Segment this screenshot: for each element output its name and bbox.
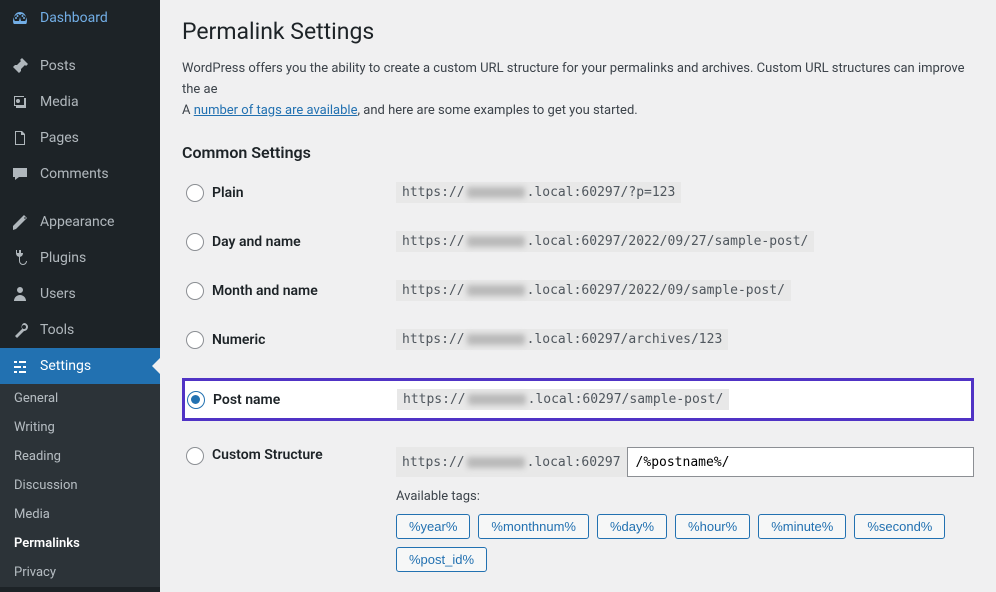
tag-post-id[interactable]: %post_id% (396, 547, 487, 572)
tag-minute[interactable]: %minute% (758, 514, 846, 539)
menu-users[interactable]: Users (0, 276, 160, 312)
option-custom: Custom Structure https://.local:60297 Av… (182, 447, 974, 572)
example-url: https://.local:60297/2022/09/sample-post… (396, 280, 791, 301)
radio-plain[interactable] (186, 184, 204, 202)
submenu-discussion[interactable]: Discussion (0, 471, 160, 500)
option-label[interactable]: Numeric (212, 332, 396, 348)
custom-structure-input[interactable] (627, 447, 974, 477)
custom-url-prefix: https://.local:60297 (396, 447, 627, 477)
menu-comments[interactable]: Comments (0, 156, 160, 192)
desc-text-2b: , and here are some examples to get you … (357, 103, 637, 118)
radio-day-name[interactable] (186, 233, 204, 251)
settings-icon (10, 356, 30, 376)
option-day-name: Day and name https://.local:60297/2022/0… (182, 231, 974, 252)
submenu-writing[interactable]: Writing (0, 413, 160, 442)
option-label[interactable]: Day and name (212, 234, 396, 250)
section-title: Common Settings (182, 143, 974, 162)
example-url: https://.local:60297/sample-post/ (397, 389, 729, 410)
menu-label: Appearance (40, 214, 114, 230)
submenu-media[interactable]: Media (0, 500, 160, 529)
example-url: https://.local:60297/?p=123 (396, 182, 681, 203)
menu-label: Comments (40, 166, 109, 182)
menu-pages[interactable]: Pages (0, 120, 160, 156)
tag-year[interactable]: %year% (396, 514, 470, 539)
tag-second[interactable]: %second% (854, 514, 945, 539)
submenu-general[interactable]: General (0, 384, 160, 413)
radio-custom[interactable] (186, 447, 204, 465)
pin-icon (10, 56, 30, 76)
settings-submenu: General Writing Reading Discussion Media… (0, 384, 160, 587)
option-label[interactable]: Month and name (212, 283, 396, 299)
menu-label: Media (40, 94, 79, 110)
radio-post-name[interactable] (187, 391, 205, 409)
menu-tools[interactable]: Tools (0, 312, 160, 348)
plugins-icon (10, 248, 30, 268)
option-month-name: Month and name https://.local:60297/2022… (182, 280, 974, 301)
pages-icon (10, 128, 30, 148)
page-title: Permalink Settings (182, 18, 974, 45)
radio-month-name[interactable] (186, 282, 204, 300)
menu-separator (0, 36, 160, 48)
menu-separator (0, 192, 160, 204)
option-numeric: Numeric https://.local:60297/archives/12… (182, 329, 974, 350)
menu-label: Settings (40, 358, 91, 374)
dashboard-icon (10, 8, 30, 28)
submenu-permalinks[interactable]: Permalinks (0, 529, 160, 558)
option-label[interactable]: Plain (212, 185, 396, 201)
menu-label: Users (40, 286, 76, 302)
option-label[interactable]: Post name (213, 392, 397, 408)
example-url: https://.local:60297/2022/09/27/sample-p… (396, 231, 814, 252)
radio-numeric[interactable] (186, 331, 204, 349)
menu-label: Posts (40, 58, 76, 74)
menu-posts[interactable]: Posts (0, 48, 160, 84)
desc-text: WordPress offers you the ability to crea… (182, 61, 965, 97)
menu-plugins[interactable]: Plugins (0, 240, 160, 276)
appearance-icon (10, 212, 30, 232)
media-icon (10, 92, 30, 112)
page-description: WordPress offers you the ability to crea… (182, 59, 974, 121)
tag-monthnum[interactable]: %monthnum% (478, 514, 589, 539)
tag-day[interactable]: %day% (597, 514, 667, 539)
users-icon (10, 284, 30, 304)
option-label[interactable]: Custom Structure (212, 447, 396, 463)
tools-icon (10, 320, 30, 340)
tag-hour[interactable]: %hour% (675, 514, 750, 539)
highlighted-option: Post name https://.local:60297/sample-po… (182, 378, 974, 421)
available-tags-label: Available tags: (396, 489, 480, 504)
tag-buttons: %year% %monthnum% %day% %hour% %minute% … (396, 514, 974, 572)
menu-label: Tools (40, 322, 74, 338)
admin-sidebar: Dashboard Posts Media Pages Comments App… (0, 0, 160, 592)
menu-label: Plugins (40, 250, 86, 266)
menu-dashboard[interactable]: Dashboard (0, 0, 160, 36)
example-url: https://.local:60297/archives/123 (396, 329, 728, 350)
main-content: Permalink Settings WordPress offers you … (160, 0, 996, 592)
menu-media[interactable]: Media (0, 84, 160, 120)
menu-appearance[interactable]: Appearance (0, 204, 160, 240)
menu-settings[interactable]: Settings (0, 348, 160, 384)
desc-text-2a: A (182, 103, 194, 118)
menu-label: Pages (40, 130, 79, 146)
option-plain: Plain https://.local:60297/?p=123 (182, 182, 974, 203)
comments-icon (10, 164, 30, 184)
submenu-reading[interactable]: Reading (0, 442, 160, 471)
submenu-privacy[interactable]: Privacy (0, 558, 160, 587)
tags-link[interactable]: number of tags are available (194, 103, 358, 118)
menu-label: Dashboard (40, 10, 108, 26)
